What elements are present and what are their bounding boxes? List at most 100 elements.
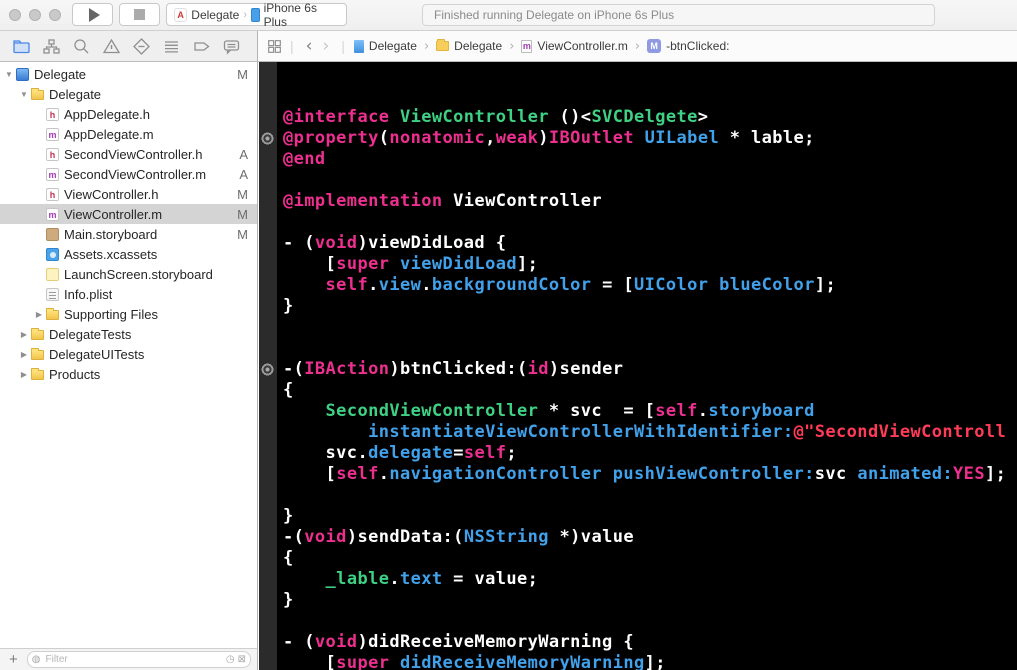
code-line: } xyxy=(283,506,294,526)
code-line: -(void)sendData:(NSString *)value xyxy=(283,527,634,547)
status-badge: A xyxy=(239,146,248,162)
disclosure-triangle[interactable]: ▶ xyxy=(32,310,46,319)
disclosure-triangle[interactable]: ▶ xyxy=(17,350,31,359)
connection-well-icon[interactable] xyxy=(261,132,274,145)
close-button[interactable] xyxy=(9,9,21,21)
tree-item[interactable]: ▶ Supporting Files xyxy=(0,304,257,324)
related-items-icon[interactable] xyxy=(266,38,283,55)
tree-item[interactable]: ▶ Products xyxy=(0,364,257,384)
code-line: -(IBAction)btnClicked:(id)sender xyxy=(283,359,624,379)
m-icon: m xyxy=(46,207,59,221)
issue-navigator-icon[interactable] xyxy=(102,37,121,56)
disclosure-triangle[interactable]: ▼ xyxy=(2,70,16,79)
chevron-right-icon: › xyxy=(243,8,248,21)
project-icon xyxy=(16,67,29,81)
h-icon: h xyxy=(46,107,59,121)
tree-item[interactable]: h SecondViewController.h A xyxy=(0,144,257,164)
report-navigator-icon[interactable] xyxy=(222,37,241,56)
folder-icon xyxy=(31,368,44,380)
project-navigator-icon[interactable] xyxy=(12,37,31,56)
tree-item[interactable]: ▶ DelegateUITests xyxy=(0,344,257,364)
storyboard-y-icon xyxy=(46,267,59,281)
code-line: svc.delegate=self; xyxy=(283,443,518,463)
filter-field[interactable]: ◍ ◷ ⊠ xyxy=(26,651,251,668)
tree-item-label: AppDelegate.h xyxy=(64,106,151,122)
tree-item-label: ViewController.m xyxy=(64,206,163,222)
editor-gutter xyxy=(259,62,277,670)
connection-well-icon[interactable] xyxy=(261,363,274,376)
breadcrumb-item[interactable]: M -btnClicked: xyxy=(647,39,729,53)
disclosure-triangle[interactable]: ▶ xyxy=(17,330,31,339)
h-icon: h xyxy=(46,147,59,161)
stop-button[interactable] xyxy=(119,3,160,26)
breakpoint-navigator-icon[interactable] xyxy=(192,37,211,56)
forward-button[interactable]: › xyxy=(317,37,334,55)
tree-item[interactable]: Info.plist xyxy=(0,284,257,304)
play-icon xyxy=(88,7,100,22)
tree-item[interactable]: Main.storyboard M xyxy=(0,224,257,244)
scheme-device-label: iPhone 6s Plus xyxy=(263,0,317,29)
zoom-button[interactable] xyxy=(49,9,61,21)
breadcrumb-item[interactable]: Delegate xyxy=(436,39,502,53)
tree-item[interactable]: m AppDelegate.m xyxy=(0,124,257,144)
scheme-selector[interactable]: A Delegate › iPhone 6s Plus xyxy=(166,0,347,29)
back-button[interactable]: ‹ xyxy=(301,37,318,55)
tree-item[interactable]: Assets.xcassets xyxy=(0,244,257,264)
tree-item[interactable]: ▶ DelegateTests xyxy=(0,324,257,344)
disclosure-triangle[interactable]: ▶ xyxy=(17,370,31,379)
tree-item[interactable]: ▼ Delegate M xyxy=(0,64,257,84)
symbol-navigator-icon[interactable] xyxy=(42,37,61,56)
flatten-icon[interactable]: ⊠ xyxy=(238,654,246,665)
code-line: - (void)viewDidLoad { xyxy=(283,233,507,253)
code-line: - (void)didReceiveMemoryWarning { xyxy=(283,632,634,652)
tree-item[interactable]: h AppDelegate.h xyxy=(0,104,257,124)
code-line: self.view.backgroundColor = [UIColor blu… xyxy=(325,275,837,295)
run-button[interactable] xyxy=(72,3,113,26)
file-tree: ▼ Delegate M ▼ Delegate h AppDelegate.h m AppDel… xyxy=(0,64,257,384)
status-badge: M xyxy=(237,206,248,222)
m-file-icon: m xyxy=(521,39,533,53)
tree-item-label: LaunchScreen.storyboard xyxy=(64,266,213,282)
tree-item[interactable]: m SecondViewController.m A xyxy=(0,164,257,184)
breadcrumb-item[interactable]: Delegate xyxy=(353,39,417,53)
device-icon xyxy=(251,7,260,22)
minimize-button[interactable] xyxy=(29,9,41,21)
debug-navigator-icon[interactable] xyxy=(162,37,181,56)
disclosure-triangle[interactable]: ▼ xyxy=(17,90,31,99)
tree-item-label: DelegateTests xyxy=(49,326,132,342)
tree-item-label: Assets.xcassets xyxy=(64,246,158,262)
code-line: @property(nonatomic,weak)IBOutlet UILabe… xyxy=(283,128,815,148)
breadcrumb-separator: › xyxy=(634,38,641,54)
tree-item-label: ViewController.h xyxy=(64,186,159,202)
breadcrumb-item[interactable]: m ViewController.m xyxy=(521,39,628,53)
tree-item-label: Products xyxy=(49,366,101,382)
breadcrumb-separator: › xyxy=(423,38,430,54)
clock-icon[interactable]: ◷ xyxy=(226,654,235,665)
navigator-bar xyxy=(0,31,258,61)
tree-item-label: Info.plist xyxy=(64,286,113,302)
tree-item-label: SecondViewController.h xyxy=(64,146,203,162)
filter-input[interactable] xyxy=(43,653,223,666)
tree-item-label: Delegate xyxy=(49,86,102,102)
test-navigator-icon[interactable] xyxy=(132,37,151,56)
find-navigator-icon[interactable] xyxy=(72,37,91,56)
code-line: [super didReceiveMemoryWarning]; xyxy=(283,653,666,670)
toolbar: A Delegate › iPhone 6s Plus Finished run… xyxy=(0,0,1017,31)
code-area[interactable]: @interface ViewController ()<SVCDelgete>… xyxy=(277,62,1017,670)
tree-item[interactable]: ▼ Delegate xyxy=(0,84,257,104)
tree-item[interactable]: m ViewController.m M xyxy=(0,204,257,224)
status-text: Finished running Delegate on iPhone 6s P… xyxy=(434,8,675,22)
m-icon: m xyxy=(46,167,59,181)
add-button[interactable]: + xyxy=(6,652,21,667)
stop-icon xyxy=(134,9,145,20)
tree-item[interactable]: LaunchScreen.storyboard xyxy=(0,264,257,284)
tree-item[interactable]: h ViewController.h M xyxy=(0,184,257,204)
storyboard-icon xyxy=(46,227,59,241)
code-line: { xyxy=(283,548,294,568)
editor[interactable]: @interface ViewController ()<SVCDelgete>… xyxy=(259,62,1017,670)
